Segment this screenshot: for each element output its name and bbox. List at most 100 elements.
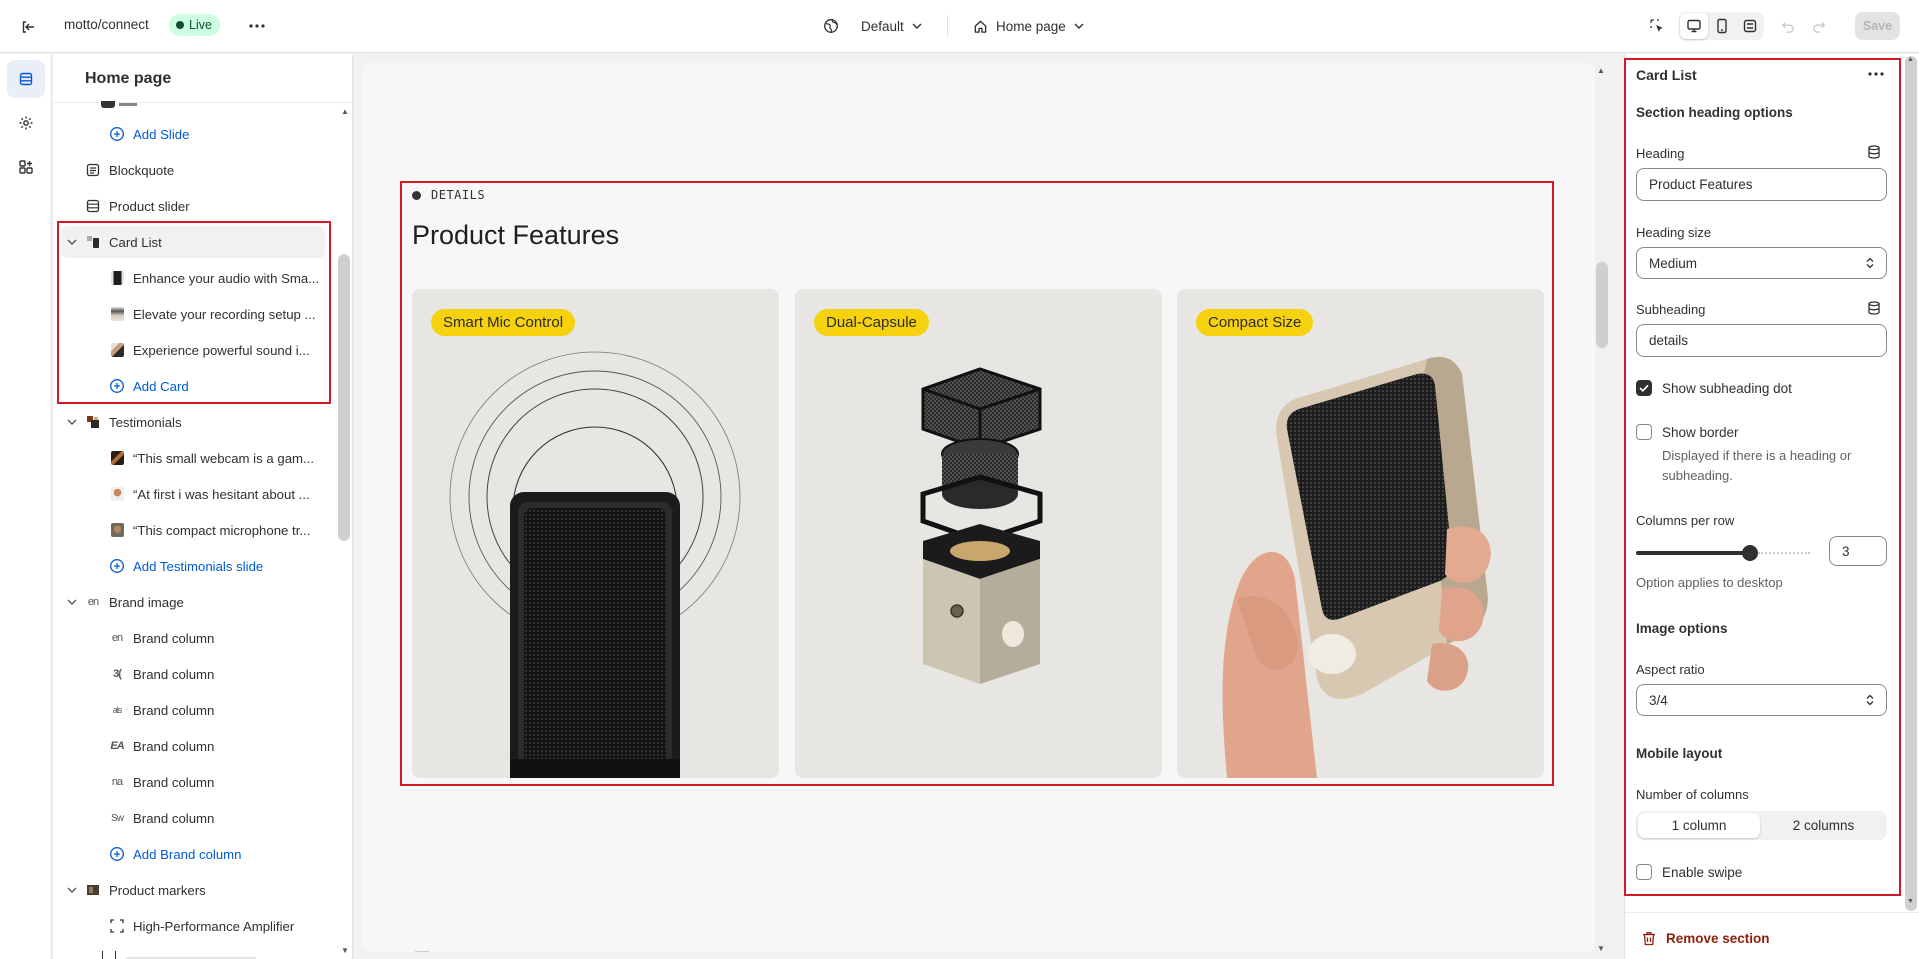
- top-bar: motto/connect Live Default Home page Sav…: [0, 0, 1919, 53]
- desktop-view-icon[interactable]: [1681, 13, 1707, 39]
- tree-item-brand-image[interactable]: en Brand image: [61, 586, 333, 618]
- scroll-up-arrow[interactable]: ▲: [1907, 56, 1914, 63]
- add-brand-column-button[interactable]: Add Brand column: [61, 838, 333, 870]
- trash-icon: [1643, 931, 1655, 945]
- tree-item-label: Product slider: [109, 198, 190, 214]
- brand-thumbnail-icon: na: [111, 776, 123, 788]
- undo-icon[interactable]: [1775, 13, 1801, 39]
- testimonial-thumbnail-icon: [109, 522, 125, 538]
- scroll-up-arrow[interactable]: ▲: [1597, 66, 1605, 75]
- chevron-down-icon[interactable]: [65, 887, 79, 893]
- tree-item-blockquote[interactable]: Blockquote: [61, 154, 333, 186]
- chevron-down-icon: [1074, 23, 1084, 29]
- add-circle-icon: [109, 126, 125, 142]
- tree-item-product-marker[interactable]: High-Performance Amplifier: [61, 910, 333, 942]
- settings-scrollbar[interactable]: [1905, 56, 1917, 911]
- theme-selector[interactable]: Default: [823, 14, 922, 38]
- home-icon: [974, 20, 987, 33]
- settings-gear-icon[interactable]: [7, 104, 45, 142]
- partial-row-text: [119, 103, 137, 106]
- section-thumbnail-icon: [85, 882, 101, 898]
- brand-thumbnail-icon: en: [111, 632, 123, 644]
- sections-icon[interactable]: [7, 60, 45, 98]
- add-circle-icon: [109, 558, 125, 574]
- globe-icon: [824, 19, 838, 33]
- divider: [53, 102, 352, 103]
- tree-item-label: Blockquote: [109, 162, 175, 178]
- scroll-down-arrow[interactable]: ▼: [1907, 898, 1914, 905]
- tree-item-testimonial[interactable]: “At first i was hesitant about ...: [61, 478, 333, 510]
- tree-item-testimonial[interactable]: “This small webcam is a gam...: [61, 442, 333, 474]
- fullscreen-view-icon[interactable]: [1737, 13, 1763, 39]
- tree-item-label: Brand column: [133, 630, 215, 646]
- brand-thumbnail-icon: en: [87, 596, 99, 608]
- testimonial-thumbnail-icon: [109, 486, 125, 502]
- tree-item-label: “This small webcam is a gam...: [133, 450, 315, 466]
- page-title: Home page: [85, 70, 172, 87]
- save-button[interactable]: Save: [1855, 12, 1900, 40]
- tree-item-brand-column[interactable]: als Brand column: [61, 694, 333, 726]
- remove-section-label: Remove section: [1666, 930, 1770, 946]
- chevron-down-icon[interactable]: [65, 419, 79, 425]
- tree-item-label: Add Testimonials slide: [133, 558, 264, 574]
- tree-item-label: Brand column: [133, 774, 215, 790]
- tree-item-testimonial[interactable]: “This compact microphone tr...: [61, 514, 333, 546]
- partial-content: [415, 951, 429, 952]
- tree-item-label: “At first i was hesitant about ...: [133, 486, 310, 502]
- preview-scrollbar[interactable]: [1596, 262, 1608, 348]
- status-dot-icon: [176, 21, 184, 29]
- add-circle-icon: [109, 846, 125, 862]
- tree-item-label: Product markers: [109, 882, 206, 898]
- tree-item-label: Add Brand column: [133, 846, 242, 862]
- tree-item-brand-column[interactable]: Sw Brand column: [61, 802, 333, 834]
- theme-label: Default: [861, 18, 904, 34]
- tree-item-label: “This compact microphone tr...: [133, 522, 311, 538]
- tree-item-label: Testimonials: [109, 414, 182, 430]
- selection-highlight-settings: [1624, 58, 1901, 896]
- left-rail: [0, 54, 52, 959]
- scroll-down-arrow[interactable]: ▼: [1597, 944, 1605, 953]
- mobile-view-icon[interactable]: [1709, 13, 1735, 39]
- tree-item-label: Brand column: [133, 738, 215, 754]
- exit-icon[interactable]: [16, 15, 40, 39]
- inspector-icon[interactable]: [1644, 13, 1670, 39]
- marker-frame-icon: [109, 918, 125, 934]
- selection-highlight-preview: [400, 181, 1554, 786]
- tree-item-product-slider[interactable]: Product slider: [61, 190, 333, 222]
- tree-item-label: Brand column: [133, 702, 215, 718]
- status-label: Live: [189, 18, 212, 32]
- tree-item-label: Brand column: [133, 810, 215, 826]
- page-selector[interactable]: Home page: [973, 14, 1084, 38]
- chevron-down-icon: [912, 23, 922, 29]
- slider-layout-icon: [85, 198, 101, 214]
- scroll-up-arrow[interactable]: ▲: [341, 107, 349, 116]
- page-label: Home page: [996, 18, 1066, 34]
- slide-thumbnail-partial: [101, 101, 115, 108]
- add-slide-button[interactable]: Add Slide: [61, 118, 333, 150]
- tree-item-product-markers[interactable]: Product markers: [61, 874, 333, 906]
- store-name[interactable]: motto/connect: [64, 17, 149, 32]
- sidebar-scrollbar[interactable]: [338, 254, 350, 541]
- selection-highlight-sidebar: [57, 221, 331, 404]
- tree-item-testimonials[interactable]: Testimonials: [61, 406, 333, 438]
- chevron-down-icon[interactable]: [65, 599, 79, 605]
- section-thumbnail-icon: [85, 414, 101, 430]
- tree-item-brand-column[interactable]: EA Brand column: [61, 730, 333, 762]
- tree-item-label: Add Slide: [133, 126, 190, 142]
- blockquote-icon: [85, 162, 101, 178]
- remove-section-button[interactable]: Remove section: [1642, 929, 1770, 947]
- add-testimonials-slide-button[interactable]: Add Testimonials slide: [61, 550, 333, 582]
- tree-item-label: High-Performance Amplifier: [133, 918, 295, 934]
- apps-icon[interactable]: [7, 148, 45, 186]
- scroll-down-arrow[interactable]: ▼: [341, 946, 349, 955]
- tree-item-brand-column[interactable]: en Brand column: [61, 622, 333, 654]
- tree-item-label: Brand column: [133, 666, 215, 682]
- redo-icon[interactable]: [1806, 13, 1832, 39]
- brand-thumbnail-icon: Sw: [111, 812, 124, 824]
- more-actions-icon[interactable]: [245, 14, 269, 38]
- divider: [947, 15, 948, 37]
- tree-item-brand-column[interactable]: na Brand column: [61, 766, 333, 798]
- status-badge: Live: [169, 14, 220, 36]
- tree-item-label: Brand image: [109, 594, 184, 610]
- tree-item-brand-column[interactable]: 3( Brand column: [61, 658, 333, 690]
